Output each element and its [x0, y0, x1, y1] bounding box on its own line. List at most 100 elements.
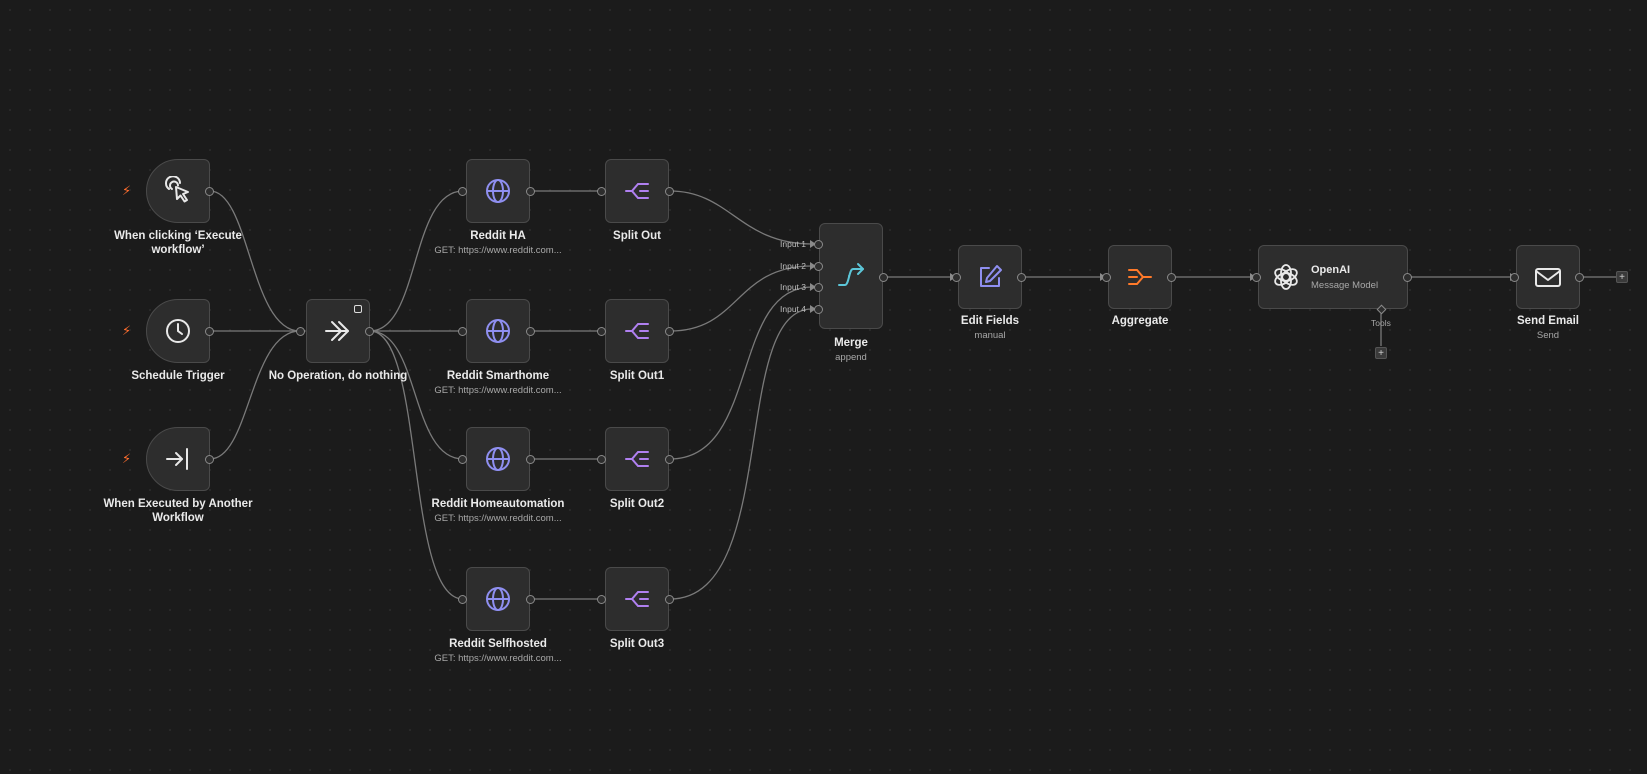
- globe-icon: [486, 447, 510, 471]
- output-port[interactable]: [1575, 273, 1584, 282]
- node-edit-fields[interactable]: [958, 245, 1022, 309]
- aggregate-icon: [1128, 269, 1152, 285]
- input-port-3[interactable]: [814, 283, 823, 292]
- input-port[interactable]: [458, 327, 467, 336]
- connection-workflow-to-noop: [209, 330, 301, 460]
- node-openai[interactable]: OpenAI Message Model: [1258, 245, 1408, 309]
- double-arrow-right-icon: [325, 321, 349, 341]
- node-label: Reddit HA: [470, 230, 526, 242]
- node-subtitle: GET: https://www.reddit.com...: [434, 653, 562, 664]
- input-port-2[interactable]: [814, 262, 823, 271]
- input-port[interactable]: [458, 455, 467, 464]
- node-split-out3[interactable]: [605, 567, 669, 631]
- connection-manual-to-noop: [209, 190, 301, 332]
- split-icon: [625, 183, 649, 199]
- split-icon: [625, 591, 649, 607]
- node-label: OpenAI: [1311, 263, 1351, 276]
- trigger-bolt-icon: ⚡: [122, 323, 132, 338]
- input-port[interactable]: [1102, 273, 1111, 282]
- split-icon: [625, 451, 649, 467]
- node-subtitle: Message Model: [1311, 279, 1379, 291]
- output-port[interactable]: [879, 273, 888, 282]
- output-port[interactable]: [526, 595, 535, 604]
- output-port[interactable]: [526, 455, 535, 464]
- output-port[interactable]: [365, 327, 374, 336]
- output-port[interactable]: [665, 327, 674, 336]
- node-label: Schedule Trigger: [131, 370, 225, 382]
- merge-icon: [838, 263, 864, 286]
- node-reddit-ha[interactable]: [466, 159, 530, 223]
- connection-split-out1-to-merge-input2: [669, 265, 813, 332]
- node-subtitle: GET: https://www.reddit.com...: [434, 245, 562, 256]
- node-label: Edit Fields: [960, 315, 1020, 327]
- tools-label: Tools: [1371, 318, 1391, 328]
- input-port[interactable]: [597, 595, 606, 604]
- add-tool-button[interactable]: +: [1375, 347, 1387, 359]
- node-label: Reddit Smarthome: [446, 370, 550, 382]
- node-reddit-homeautomation[interactable]: [466, 427, 530, 491]
- status-badge-icon: [354, 305, 362, 313]
- output-port[interactable]: [205, 187, 214, 196]
- cursor-click-icon: [165, 176, 189, 203]
- input-port[interactable]: [1510, 273, 1519, 282]
- input-port[interactable]: [296, 327, 305, 336]
- node-split-out1[interactable]: [605, 299, 669, 363]
- globe-icon: [486, 319, 510, 343]
- node-workflow-trigger[interactable]: [146, 427, 210, 491]
- node-send-email[interactable]: [1516, 245, 1580, 309]
- input-port[interactable]: [597, 327, 606, 336]
- trigger-bolt-icon: ⚡: [122, 183, 132, 198]
- output-port[interactable]: [205, 455, 214, 464]
- node-label: Aggregate: [1111, 315, 1169, 327]
- output-port[interactable]: [526, 327, 535, 336]
- node-schedule-trigger[interactable]: [146, 299, 210, 363]
- input-port[interactable]: [952, 273, 961, 282]
- node-merge[interactable]: [819, 223, 883, 329]
- node-label: No Operation, do nothing: [268, 370, 408, 382]
- node-reddit-smarthome[interactable]: [466, 299, 530, 363]
- output-port[interactable]: [1403, 273, 1412, 282]
- node-split-out2[interactable]: [605, 427, 669, 491]
- split-icon: [625, 323, 649, 339]
- globe-icon: [486, 587, 510, 611]
- output-port[interactable]: [205, 327, 214, 336]
- input-port[interactable]: [597, 455, 606, 464]
- node-subtitle: Send: [1536, 330, 1560, 341]
- output-port[interactable]: [526, 187, 535, 196]
- output-port[interactable]: [665, 595, 674, 604]
- globe-icon: [486, 179, 510, 203]
- input-port-1[interactable]: [814, 240, 823, 249]
- node-label: Split Out: [613, 230, 661, 242]
- node-subtitle: GET: https://www.reddit.com...: [434, 385, 562, 396]
- input-port[interactable]: [1252, 273, 1261, 282]
- input-port[interactable]: [597, 187, 606, 196]
- output-port[interactable]: [1017, 273, 1026, 282]
- trigger-bolt-icon: ⚡: [122, 451, 132, 466]
- node-split-out[interactable]: [605, 159, 669, 223]
- output-port[interactable]: [1167, 273, 1176, 282]
- input-port-4[interactable]: [814, 305, 823, 314]
- edit-pen-icon: [980, 265, 1002, 287]
- node-label: Reddit Homeautomation: [431, 498, 565, 510]
- merge-input-label-4: Input 4: [780, 304, 806, 314]
- openai-logo-icon: [1274, 264, 1298, 290]
- clock-icon: [166, 319, 190, 343]
- node-manual-trigger[interactable]: [146, 159, 210, 223]
- node-label: Split Out3: [609, 638, 665, 650]
- node-label: When Executed by Another Workflow: [103, 498, 253, 524]
- output-port[interactable]: [665, 455, 674, 464]
- input-port[interactable]: [458, 595, 467, 604]
- workflow-canvas[interactable]: ⚡ When clicking ‘Execute workflow’ ⚡ Sch…: [0, 0, 1647, 774]
- node-label: Split Out1: [609, 370, 665, 382]
- node-reddit-selfhosted[interactable]: [466, 567, 530, 631]
- output-port[interactable]: [665, 187, 674, 196]
- add-node-button[interactable]: +: [1616, 271, 1628, 283]
- envelope-icon: [1535, 268, 1561, 287]
- merge-input-label-1: Input 1: [780, 239, 806, 249]
- input-port[interactable]: [458, 187, 467, 196]
- node-subtitle: manual: [974, 330, 1006, 341]
- node-subtitle: append: [835, 352, 867, 363]
- node-aggregate[interactable]: [1108, 245, 1172, 309]
- merge-input-label-3: Input 3: [780, 282, 806, 292]
- connections: [209, 187, 1616, 603]
